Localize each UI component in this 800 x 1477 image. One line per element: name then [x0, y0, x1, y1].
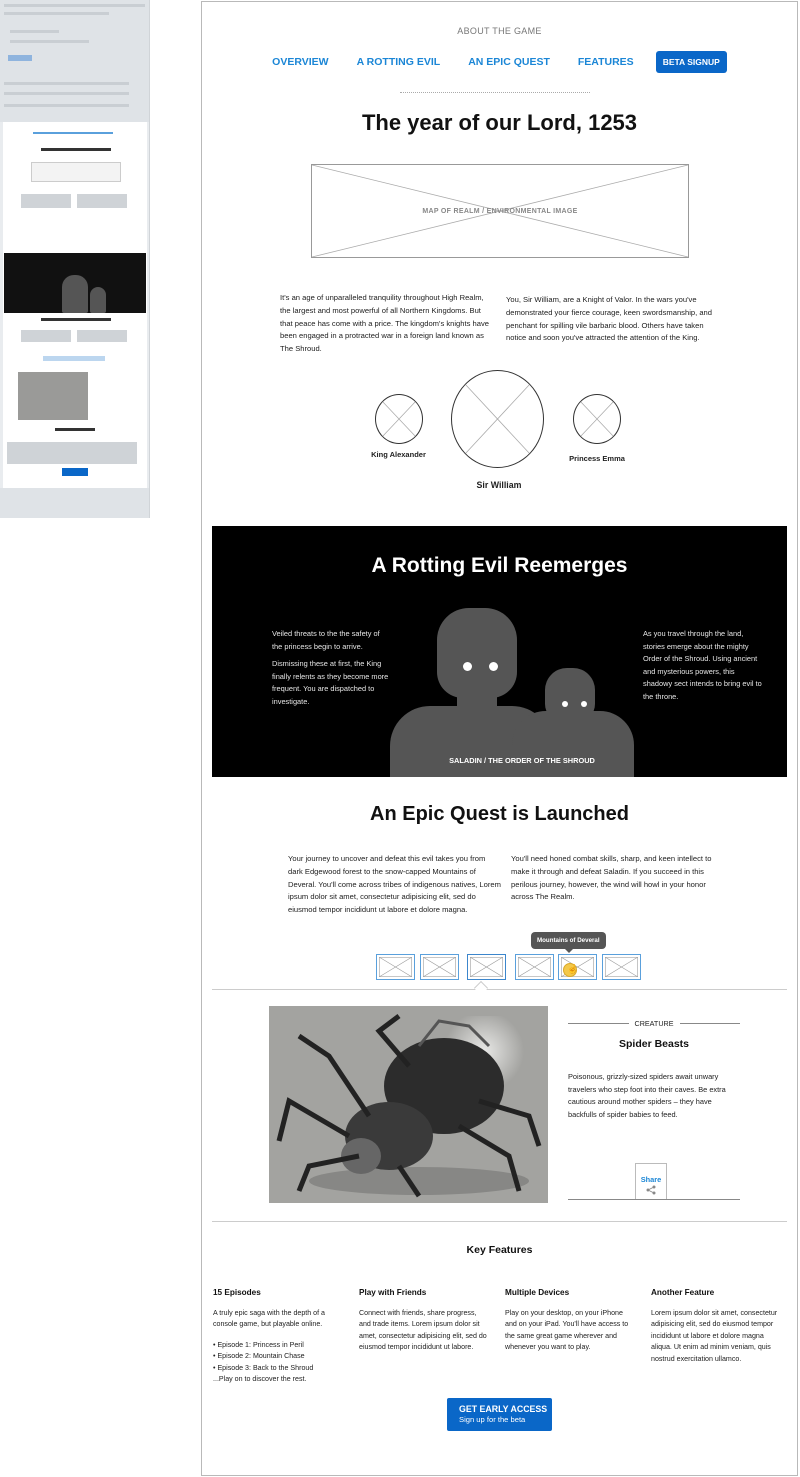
list-item: • Episode 1: Princess in Peril: [213, 1340, 304, 1349]
feature-heading: Play with Friends: [359, 1288, 427, 1297]
beta-signup-button[interactable]: BETA SIGNUP: [655, 51, 727, 73]
list-item: • Episode 2: Mountain Chase: [213, 1352, 305, 1361]
gallery-divider: [212, 989, 787, 990]
gallery-thumb[interactable]: [601, 954, 641, 980]
page-minimap[interactable]: [0, 0, 150, 518]
saladin-caption: SALADIN / THE ORDER OF THE SHROUD: [449, 756, 595, 765]
feature-body: Lorem ipsum dolor sit amet, consectetur …: [651, 1309, 778, 1363]
intro-right-text: You, Sir William, are a Knight of Valor.…: [506, 295, 712, 343]
main-nav: OVERVIEW A ROTTING EVIL AN EPIC QUEST FE…: [202, 51, 797, 73]
feature-another: Another Feature Lorem ipsum dolor sit am…: [651, 1288, 781, 1365]
share-icon: [636, 1185, 666, 1197]
share-button[interactable]: Share: [635, 1163, 667, 1199]
nav-overview[interactable]: OVERVIEW: [272, 56, 328, 68]
minimap-creature-image: [18, 372, 88, 420]
creature-category: CREATURE: [568, 1019, 741, 1028]
character-king-alexander[interactable]: King Alexander: [362, 394, 435, 459]
selected-thumb-pointer: [473, 980, 489, 996]
feature-body: Play on your desktop, on your iPhone and…: [505, 1309, 629, 1352]
character-sir-william[interactable]: Sir William: [451, 370, 547, 490]
list-item: ...Play on to discover the rest.: [213, 1375, 307, 1384]
quest-right-text: You'll need honed combat skills, sharp, …: [511, 854, 712, 902]
about-label: ABOUT THE GAME: [457, 26, 542, 36]
thumbnail-tooltip: Mountains of Deveral: [531, 932, 606, 953]
feature-episodes: 15 Episodes A truly epic saga with the d…: [213, 1288, 343, 1385]
gallery-thumb[interactable]: [514, 954, 554, 980]
creature-name: Spider Beasts: [618, 1038, 690, 1050]
share-label: Share: [640, 1175, 662, 1184]
evil-right-text: As you travel through the land, stories …: [643, 629, 762, 701]
quest-left-text: Your journey to uncover and defeat this …: [288, 854, 501, 915]
gallery-thumb[interactable]: [376, 954, 415, 980]
features-divider: [212, 1221, 787, 1222]
hand-cursor-icon: ☝: [563, 963, 578, 977]
evil-left-text-1: Veiled threats to the the safety of the …: [272, 629, 380, 651]
feature-body: A truly epic saga with the depth of a co…: [213, 1309, 325, 1329]
minimap-header-area: [0, 0, 149, 122]
cta-title: GET EARLY ACCESS: [459, 1404, 548, 1414]
feature-heading: Another Feature: [651, 1288, 715, 1297]
page-frame: ABOUT THE GAME OVERVIEW A ROTTING EVIL A…: [201, 1, 798, 1476]
minimap-cta: [62, 468, 88, 476]
episode-list: • Episode 1: Princess in Peril • Episode…: [213, 1340, 343, 1386]
nav-features[interactable]: FEATURES: [578, 56, 634, 68]
gallery-thumb[interactable]: [419, 954, 459, 980]
rotting-evil-title: A Rotting Evil Reemerges: [371, 554, 628, 577]
nav-epic-quest[interactable]: AN EPIC QUEST: [468, 56, 550, 68]
gallery-thumb-selected[interactable]: [467, 954, 506, 980]
intro-title: The year of our Lord, 1253: [361, 110, 638, 135]
nav-rotting-evil[interactable]: A ROTTING EVIL: [357, 56, 441, 68]
feature-heading: 15 Episodes: [213, 1288, 261, 1297]
dotted-divider: [400, 92, 590, 93]
gallery-thumbnails: [376, 954, 645, 980]
sir-william-name: Sir William: [476, 480, 522, 490]
list-item: • Episode 3: Back to the Shroud: [213, 1363, 314, 1372]
share-divider: [568, 1199, 740, 1200]
rotting-evil-section: A Rotting Evil Reemerges Veiled threats …: [212, 526, 787, 777]
map-caption: MAP OF REALM / ENVIRONMENTAL IMAGE: [422, 208, 578, 215]
creature-description: Poisonous, grizzly-sized spiders await u…: [568, 1072, 726, 1119]
princess-emma-portrait: [573, 394, 621, 444]
map-image-placeholder: MAP OF REALM / ENVIRONMENTAL IMAGE: [311, 164, 689, 258]
king-alexander-portrait: [375, 394, 423, 444]
feature-body: Connect with friends, share progress, an…: [359, 1309, 487, 1352]
features-title: Key Features: [466, 1244, 533, 1256]
spider-beast-image: [269, 1006, 548, 1203]
evil-left-text-2: Dismissing these at first, the King fina…: [272, 659, 389, 706]
minimap-footer-area: [0, 488, 149, 518]
minimap-dark-section: [4, 253, 146, 313]
intro-left-text: It's an age of unparalleled tranquility …: [280, 293, 489, 354]
feature-devices: Multiple Devices Play on your desktop, o…: [505, 1288, 635, 1354]
cta-subtitle: Sign up for the beta: [459, 1415, 526, 1424]
sir-william-portrait: [451, 370, 544, 468]
character-princess-emma[interactable]: Princess Emma: [565, 394, 629, 463]
quest-title: An Epic Quest is Launched: [370, 803, 629, 825]
feature-heading: Multiple Devices: [505, 1288, 570, 1297]
get-early-access-button[interactable]: GET EARLY ACCESS Sign up for the beta: [447, 1398, 552, 1431]
creature-category-label: CREATURE: [634, 1019, 674, 1028]
princess-emma-name: Princess Emma: [569, 454, 625, 463]
feature-friends: Play with Friends Connect with friends, …: [359, 1288, 489, 1354]
king-alexander-name: King Alexander: [371, 450, 426, 459]
